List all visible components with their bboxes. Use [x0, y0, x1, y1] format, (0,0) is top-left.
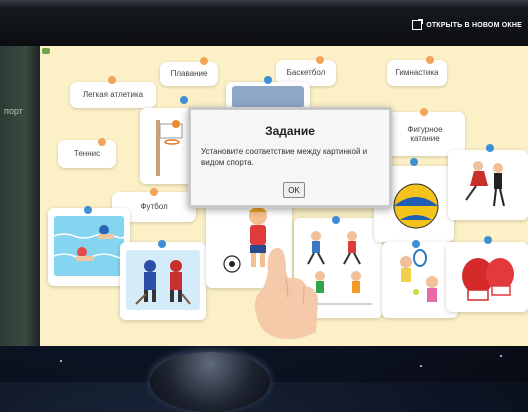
open-new-window-link[interactable]: ОТКРЫТЬ В НОВОМ ОКНЕ	[412, 19, 522, 30]
pin-icon	[412, 240, 420, 248]
label-tennis-text: Теннис	[73, 149, 101, 159]
label-athletics-text: Легкая атлетика	[82, 90, 144, 100]
external-link-icon	[412, 19, 424, 30]
pin-icon	[426, 56, 434, 64]
pin-icon	[486, 144, 494, 152]
star-decoration	[60, 360, 62, 362]
figure-skaters-card[interactable]	[448, 150, 528, 220]
basketball-hoop-card[interactable]	[140, 108, 194, 184]
sport-picture	[232, 86, 304, 108]
tennis-kids-picture	[388, 248, 452, 312]
open-new-window-label: ОТКРЫТЬ В НОВОМ ОКНЕ	[426, 21, 522, 29]
pin-icon	[180, 96, 188, 104]
task-dialog: Задание Установите соответствие между ка…	[188, 107, 392, 208]
pin-icon	[420, 108, 428, 116]
label-athletics[interactable]: Легкая атлетика	[70, 82, 156, 108]
label-football-text: Футбол	[140, 202, 168, 212]
pin-icon	[316, 56, 324, 64]
label-tennis[interactable]: Теннис	[58, 140, 116, 168]
label-swimming-text: Плавание	[170, 69, 208, 79]
label-gymnastics-text: Гимнастика	[395, 68, 439, 78]
pin-icon	[108, 76, 116, 84]
top-bar: ОТКРЫТЬ В НОВОМ ОКНЕ	[0, 0, 528, 46]
dialog-text: Установите соответствие между картинкой …	[201, 147, 368, 168]
pin-icon	[150, 188, 158, 196]
basketball-hoop-picture	[146, 116, 188, 176]
pin-icon	[84, 206, 92, 214]
boxing-gloves-picture	[452, 248, 522, 306]
label-swimming[interactable]: Плавание	[160, 62, 218, 86]
pin-icon	[158, 240, 166, 248]
pin-icon	[200, 57, 208, 65]
star-decoration	[420, 365, 422, 367]
pin-icon	[98, 138, 106, 146]
label-figure-skating-text: Фигурное катание	[407, 124, 443, 143]
swimmers-card[interactable]	[48, 208, 130, 286]
star-decoration	[500, 355, 502, 357]
pin-icon	[484, 236, 492, 244]
dialog-title: Задание	[265, 124, 315, 138]
pin-icon	[410, 158, 418, 166]
pin-icon	[332, 216, 340, 224]
side-panel-left: порт	[0, 46, 42, 346]
ok-button[interactable]: OK	[283, 182, 305, 198]
label-gymnastics[interactable]: Гимнастика	[387, 60, 447, 86]
planet-decoration	[150, 352, 270, 412]
pin-icon	[264, 76, 272, 84]
side-panel-text: порт	[4, 106, 23, 116]
label-basketball-text: Баскетбол	[286, 68, 326, 78]
hockey-players-picture	[126, 250, 200, 310]
hockey-card[interactable]	[120, 242, 206, 320]
figure-skaters-picture	[454, 156, 522, 214]
boxing-card[interactable]	[446, 242, 528, 312]
swimmers-picture	[54, 216, 124, 276]
hand-pointer-icon	[248, 242, 326, 342]
board-corner-icon	[42, 48, 50, 54]
